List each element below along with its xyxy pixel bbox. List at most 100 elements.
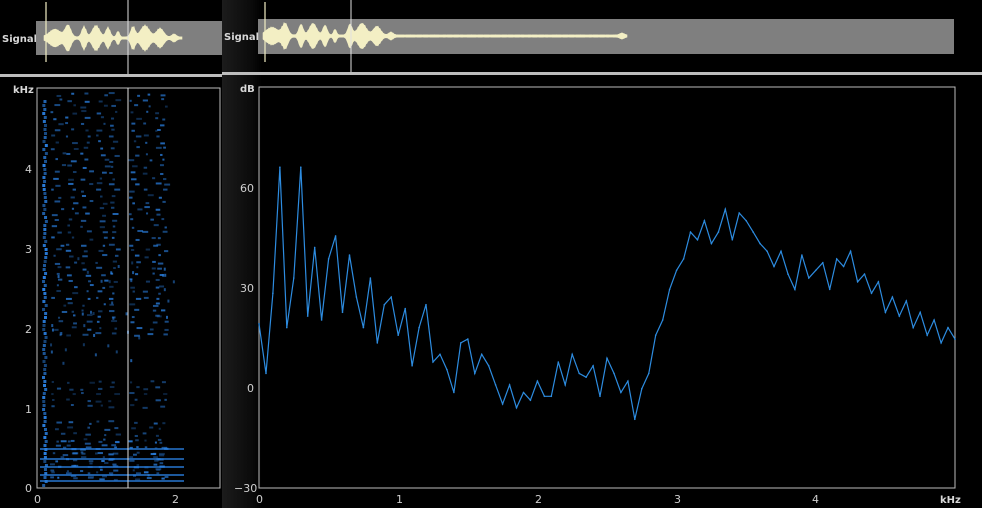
spectrogram-cell <box>72 112 78 115</box>
spectrum-point <box>599 395 601 398</box>
spectrogram-cell <box>104 462 109 465</box>
spectrogram-cell <box>102 244 106 247</box>
spectrogram-cell <box>103 438 106 441</box>
spectrogram-cell <box>108 420 115 423</box>
spectrogram-cell <box>131 427 136 430</box>
spectrum-point <box>884 311 887 314</box>
spectrogram-cell <box>84 158 89 161</box>
spectrogram-cell <box>107 344 110 348</box>
spectrum-point <box>286 326 288 329</box>
spectrogram-cell <box>111 128 115 131</box>
spectrogram-cell <box>69 388 74 391</box>
spectrum-point <box>341 311 344 314</box>
spectrum-frame <box>258 86 956 489</box>
spectrum-series-line <box>258 167 956 420</box>
spectrum-point <box>759 242 761 245</box>
spectrogram-cell <box>65 135 69 138</box>
spectrum-point <box>703 219 706 222</box>
spectrogram-cell <box>56 94 62 97</box>
spectrogram-cell <box>66 152 71 155</box>
spectrogram-cell <box>44 388 48 391</box>
spectrogram-cell <box>145 248 151 251</box>
spectrogram-cell <box>40 480 184 482</box>
spectrogram-cell <box>150 380 155 383</box>
spectrogram-cell <box>159 454 165 457</box>
spectrogram-cell <box>115 110 118 113</box>
spectrogram-cell <box>60 244 65 247</box>
spectrogram-cell <box>111 444 117 447</box>
spectrogram-cell <box>114 393 120 396</box>
spectrogram[interactable]: kHz 0 1 2 3 4 0 2 <box>0 0 222 508</box>
spectrogram-cell <box>70 404 74 407</box>
spectrogram-cell <box>149 159 153 162</box>
spectrogram-cell <box>74 212 79 215</box>
spectrogram-cell <box>160 309 166 312</box>
spectrum-point <box>467 338 469 340</box>
spectrogram-cell <box>51 188 54 191</box>
spectrogram-cell <box>80 470 84 473</box>
spectrogram-cell <box>158 427 161 430</box>
spectrum-point <box>801 254 803 256</box>
spectrum-point <box>849 250 852 252</box>
spectrogram-cell <box>109 285 114 288</box>
spectrum-point <box>661 319 664 321</box>
spectrogram-cell <box>42 360 46 363</box>
spectrogram-cell <box>110 147 115 150</box>
spectrum-point <box>320 319 323 321</box>
spectrogram-cell <box>132 165 138 168</box>
spectrogram-cell <box>70 196 75 199</box>
spectrum-point <box>592 365 594 367</box>
spectrum-point <box>654 334 657 337</box>
spectrogram-cell <box>136 327 143 330</box>
spectrogram-cell <box>80 106 87 109</box>
spectrogram-y-tick-2: 2 <box>25 323 32 336</box>
spectrogram-cell <box>44 272 48 275</box>
spectrogram-cell <box>83 438 88 441</box>
spectrogram-cell <box>111 195 116 198</box>
spectrogram-cell <box>85 212 90 215</box>
spectrum-y-tick-30: 30 <box>240 282 254 295</box>
spectrogram-cell <box>155 208 161 211</box>
spectrum-point <box>606 357 608 360</box>
spectrogram-cell <box>96 134 99 137</box>
spectrogram-cell <box>73 104 76 107</box>
spectrogram-cell <box>151 267 156 270</box>
spectrogram-cell <box>42 264 46 267</box>
spectrum-point <box>696 239 699 241</box>
spectrogram-cell <box>80 152 84 155</box>
spectrogram-cell <box>82 268 87 271</box>
spectrogram-cell <box>97 387 103 390</box>
spectrogram-cell <box>51 405 55 408</box>
app-window: Signal kHz 0 1 2 3 4 0 2 Signal dB 60 30… <box>0 0 982 508</box>
spectrogram-cell <box>108 406 115 409</box>
spectrogram-cell <box>43 364 47 367</box>
spectrogram-cell <box>130 404 135 407</box>
spectrum-point <box>432 361 434 363</box>
spectrogram-cell <box>57 231 62 234</box>
spectrogram-cell <box>155 146 162 149</box>
spectrogram-cell <box>43 232 47 235</box>
spectrogram-cell <box>108 280 111 284</box>
spectrogram-cell <box>114 254 119 257</box>
spectrogram-cell <box>131 316 135 319</box>
spectrogram-cell <box>112 219 118 222</box>
spectrum-chart[interactable]: dB 60 30 0 −30 0 1 2 3 4 kHz <box>222 0 982 508</box>
spectrogram-cell <box>101 460 105 463</box>
spectrogram-cell <box>54 200 61 203</box>
spectrogram-cell <box>96 320 100 323</box>
spectrogram-cell <box>114 441 120 444</box>
spectrogram-cell <box>160 172 164 175</box>
spectrogram-cell <box>134 398 138 401</box>
spectrum-y-unit: dB <box>240 84 255 95</box>
spectrum-point <box>258 323 260 325</box>
spectrogram-cell <box>111 236 115 239</box>
spectrogram-cell <box>125 312 128 316</box>
spectrogram-cell <box>152 260 156 263</box>
spectrogram-cell <box>149 426 154 429</box>
spectrogram-cell <box>102 254 108 257</box>
spectrogram-cell <box>44 240 48 243</box>
spectrogram-cell <box>143 134 149 137</box>
spectrogram-x-tick-1: 2 <box>172 493 179 506</box>
spectrogram-cell <box>112 140 119 143</box>
spectrogram-cell <box>134 254 140 257</box>
